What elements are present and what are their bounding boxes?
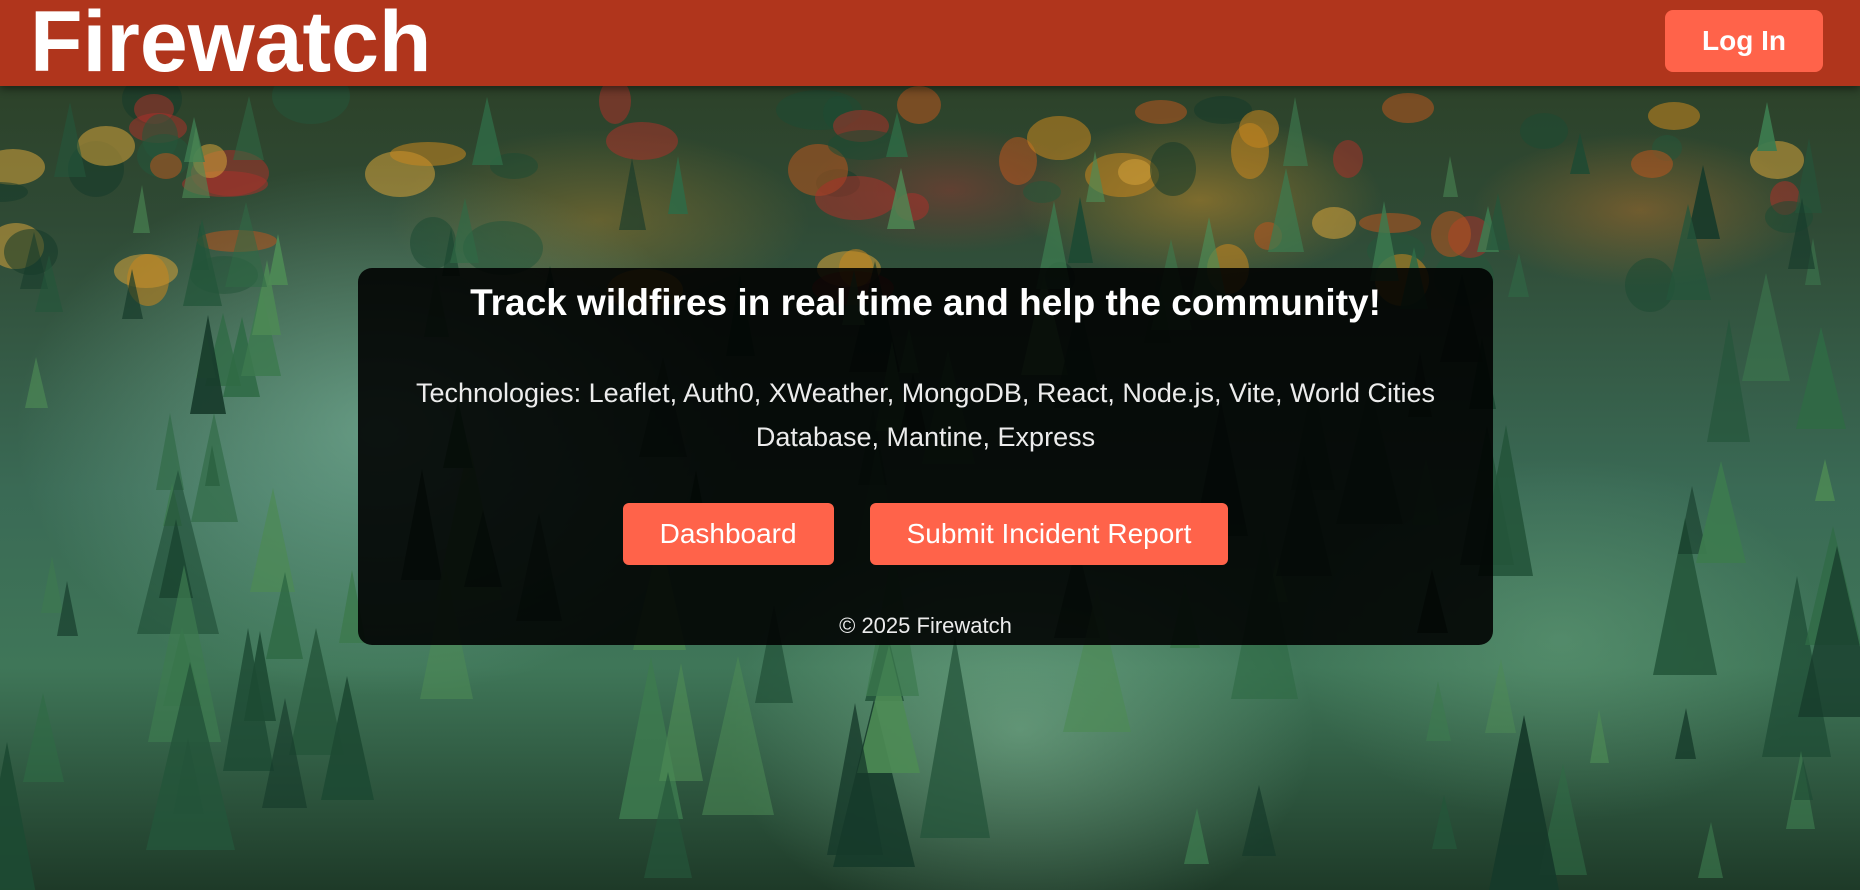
submit-incident-report-button[interactable]: Submit Incident Report	[869, 503, 1229, 565]
hero-actions: Dashboard Submit Incident Report	[358, 503, 1493, 565]
top-navbar: Firewatch Log In	[0, 0, 1860, 90]
login-button[interactable]: Log In	[1665, 10, 1823, 72]
site-logo[interactable]: Firewatch	[30, 0, 431, 90]
hero-headline: Track wildfires in real time and help th…	[470, 282, 1381, 323]
landing-page: Firewatch Log In Track wildfires in real…	[0, 0, 1860, 890]
dashboard-button[interactable]: Dashboard	[622, 503, 834, 565]
hero-panel: Track wildfires in real time and help th…	[358, 268, 1493, 645]
copyright-footer: © 2025 Firewatch	[839, 613, 1012, 638]
technologies-text: Technologies: Leaflet, Auth0, XWeather, …	[415, 378, 1436, 452]
